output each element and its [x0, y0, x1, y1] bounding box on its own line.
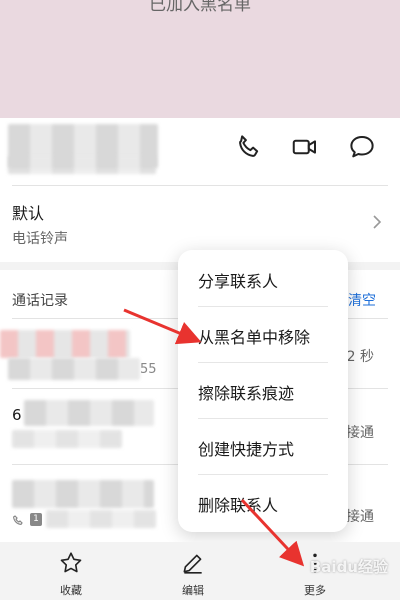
- menu-separator-4: [198, 474, 328, 475]
- call-row-2-status: 接通: [346, 425, 374, 441]
- message-icon: [350, 136, 374, 158]
- call-button[interactable]: [234, 132, 264, 162]
- call-log-icon: [12, 515, 23, 526]
- ringtone-title[interactable]: 默认: [12, 200, 44, 224]
- favorite-label: 收藏: [60, 584, 82, 597]
- menu-remove-from-blacklist[interactable]: 从黑名单中移除: [198, 324, 310, 348]
- call-row-3-sub-redacted: [46, 510, 156, 528]
- call-row-1-number-redacted: [8, 358, 140, 380]
- pencil-icon: [183, 554, 202, 574]
- star-icon: [60, 552, 82, 573]
- ringtone-subtitle: 电话铃声: [12, 231, 68, 247]
- call-history-title: 通话记录: [12, 293, 68, 309]
- menu-share-contact[interactable]: 分享联系人: [198, 268, 278, 292]
- menu-separator-2: [198, 362, 328, 363]
- menu-erase-contact-trace[interactable]: 擦除联系痕迹: [198, 380, 294, 404]
- call-row-1-number-partial: 55: [140, 362, 157, 377]
- blacklist-status: 已加入黑名单: [149, 0, 251, 15]
- sim-badge: 1: [30, 513, 42, 526]
- more-label: 更多: [304, 584, 326, 597]
- call-row-3-redacted: [12, 480, 154, 508]
- menu-separator-1: [198, 306, 328, 307]
- contact-header: 已加入黑名单: [0, 0, 400, 118]
- menu-separator-3: [198, 418, 328, 419]
- call-row-2-number-partial: 6: [12, 406, 22, 424]
- call-row-1-duration: 2 秒: [346, 349, 374, 365]
- favorite-button[interactable]: 收藏: [41, 550, 101, 598]
- call-row-1-redacted: [0, 330, 130, 358]
- video-call-button[interactable]: [290, 132, 320, 162]
- baidu-watermark: Baidu经验: [309, 558, 388, 576]
- more-options-menu: 分享联系人 从黑名单中移除 擦除联系痕迹 创建快捷方式 删除联系人: [178, 250, 348, 532]
- video-icon: [292, 139, 316, 155]
- menu-delete-contact[interactable]: 删除联系人: [198, 492, 278, 516]
- contact-card: 默认 电话铃声: [0, 118, 400, 262]
- contact-number-redacted: [8, 156, 156, 174]
- contact-divider: [12, 185, 388, 186]
- message-button[interactable]: [347, 132, 377, 162]
- call-row-3-status: 接通: [346, 509, 374, 525]
- edit-button[interactable]: 编辑: [163, 550, 223, 598]
- edit-label: 编辑: [182, 584, 204, 597]
- chevron-right-icon[interactable]: [372, 214, 382, 230]
- menu-create-shortcut[interactable]: 创建快捷方式: [198, 436, 294, 460]
- clear-history-link[interactable]: 清空: [348, 290, 376, 310]
- call-row-2-sub-redacted: [12, 430, 122, 448]
- call-row-2-redacted: [24, 400, 154, 426]
- phone-icon: [239, 135, 259, 157]
